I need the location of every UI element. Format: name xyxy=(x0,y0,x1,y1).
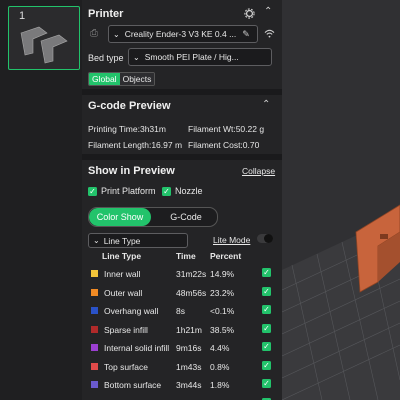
color-swatch xyxy=(91,381,98,388)
color-swatch xyxy=(91,307,98,314)
gear-icon[interactable] xyxy=(244,8,255,22)
bed-type-value: Smooth PEI Plate / Hig... xyxy=(144,52,239,62)
line-type-percent: 38.5% xyxy=(210,324,235,335)
line-type-name: Outer wall xyxy=(104,287,143,298)
printer-name: Creality Ender-3 V3 KE 0.4 ... xyxy=(124,29,237,39)
table-row[interactable]: Ironing14m18s6.8%✓ xyxy=(82,397,282,400)
color-swatch xyxy=(91,288,98,296)
line-type-percent: 14.9% xyxy=(210,269,235,279)
table-row[interactable]: Bottom surface 3m44s 1.8% ✓ xyxy=(82,378,282,395)
table-row[interactable]: Inner wall 31m22s 14.9% ✓ xyxy=(82,267,282,284)
color-swatch xyxy=(91,270,98,277)
table-row[interactable]: Top surface 1m43s 0.8% ✓ xyxy=(82,360,282,377)
line-type-percent: <0.1% xyxy=(210,306,235,316)
lite-mode-switch[interactable] xyxy=(257,234,273,243)
checkbox-checked-icon[interactable]: ✓ xyxy=(262,268,271,277)
nozzle-option[interactable]: ✓ Nozzle xyxy=(162,186,203,196)
line-type-time: 9m16s xyxy=(176,343,202,353)
chevron-down-icon: ⌄ xyxy=(133,52,140,62)
color-show-button[interactable]: Color Show xyxy=(89,208,151,226)
line-type-percent: 0.8% xyxy=(210,361,230,372)
collapse-up-icon[interactable]: ⌃ xyxy=(264,7,272,17)
printer-icon: ⎙ xyxy=(90,28,98,39)
tab-objects[interactable]: Objects xyxy=(119,73,155,85)
plate-list: 1 xyxy=(0,0,82,400)
gcode-button[interactable]: G-Code xyxy=(155,208,217,226)
checkbox-checked-icon[interactable]: ✓ xyxy=(262,323,271,333)
print-platform-label: Print Platform xyxy=(101,186,156,196)
bed-type-label: Bed type xyxy=(88,53,124,63)
chevron-down-icon: ⌄ xyxy=(93,236,100,245)
color-swatch xyxy=(91,362,98,370)
printer-title: Printer xyxy=(88,8,124,20)
color-swatch xyxy=(91,325,98,333)
header-percent: Percent xyxy=(210,251,242,261)
checkbox-checked-icon[interactable]: ✓ xyxy=(262,305,271,314)
line-type-name: Internal solid infill xyxy=(104,343,170,353)
section-divider xyxy=(82,154,282,160)
line-type-time: 1h21m xyxy=(176,324,202,335)
filament-cost: Filament Cost:0.70 xyxy=(188,140,260,150)
plate-model-preview xyxy=(20,26,68,64)
show-in-preview-title: Show in Preview xyxy=(88,165,175,177)
table-row[interactable]: Sparse infill 1h21m 38.5% ✓ xyxy=(82,323,282,340)
line-type-name: Bottom surface xyxy=(104,380,162,390)
line-type-time: 31m22s xyxy=(176,269,207,279)
build-plate-grid xyxy=(282,204,400,400)
gcode-preview-title: G-code Preview xyxy=(88,100,171,112)
header-line-type: Line Type xyxy=(102,251,142,261)
view-type-select[interactable]: ⌄ Line Type xyxy=(88,233,188,248)
wifi-icon[interactable] xyxy=(264,29,275,41)
table-row[interactable]: Outer wall 48m56s 23.2% ✓ xyxy=(82,286,282,303)
checkbox-checked-icon[interactable]: ✓ xyxy=(262,360,271,370)
printing-time: Printing Time:3h31m xyxy=(88,124,166,134)
bed-type-select[interactable]: ⌄ Smooth PEI Plate / Hig... xyxy=(128,48,272,66)
preview-mode-toggle: Color Show G-Code xyxy=(88,207,218,227)
3d-viewport[interactable] xyxy=(282,0,400,400)
line-type-time: 48m56s xyxy=(176,287,207,298)
checkbox-checked-icon[interactable]: ✓ xyxy=(262,286,271,296)
line-type-name: Inner wall xyxy=(104,269,141,279)
line-type-name: Overhang wall xyxy=(104,306,159,316)
checkbox-checked-icon[interactable]: ✓ xyxy=(262,379,271,388)
tab-global[interactable]: Global xyxy=(89,73,120,85)
chevron-down-icon: ⌄ xyxy=(113,29,120,39)
checkbox-checked-icon[interactable]: ✓ xyxy=(88,186,97,196)
color-swatch xyxy=(91,344,98,351)
line-type-time: 8s xyxy=(176,306,185,316)
line-type-percent: 1.8% xyxy=(210,380,230,390)
table-row[interactable]: Overhang wall 8s <0.1% ✓ xyxy=(82,304,282,321)
checkbox-checked-icon[interactable]: ✓ xyxy=(162,186,171,196)
printer-select[interactable]: ⌄ Creality Ender-3 V3 KE 0.4 ... ✎ xyxy=(108,25,258,43)
plate-thumbnail[interactable]: 1 xyxy=(8,6,80,70)
collapse-up-icon[interactable]: ⌃ xyxy=(262,100,270,110)
header-time: Time xyxy=(176,251,196,261)
section-divider xyxy=(82,89,282,95)
edit-icon[interactable]: ✎ xyxy=(242,29,250,40)
plate-number: 1 xyxy=(19,10,26,22)
line-type-time: 1m43s xyxy=(176,361,202,372)
collapse-link[interactable]: Collapse xyxy=(242,166,275,176)
print-platform-option[interactable]: ✓ Print Platform xyxy=(88,186,156,196)
line-type-name: Sparse infill xyxy=(104,324,148,335)
line-type-percent: 23.2% xyxy=(210,287,235,298)
scope-tabs: Global Objects xyxy=(88,72,156,86)
checkbox-checked-icon[interactable]: ✓ xyxy=(262,342,271,351)
switch-knob xyxy=(264,234,273,243)
filament-length: Filament Length:16.97 m xyxy=(88,140,183,150)
settings-panel: Printer ⌃ ⎙ ⌄ Creality Ender-3 V3 KE 0.4… xyxy=(82,0,282,400)
view-type-value: Line Type xyxy=(103,235,141,246)
line-type-name: Top surface xyxy=(104,361,148,372)
line-type-percent: 4.4% xyxy=(210,343,230,353)
line-type-time: 3m44s xyxy=(176,380,202,390)
table-row[interactable]: Internal solid infill 9m16s 4.4% ✓ xyxy=(82,341,282,358)
nozzle-label: Nozzle xyxy=(175,186,203,196)
lite-mode-label: Lite Mode xyxy=(213,235,251,245)
filament-weight: Filament Wt:50.22 g xyxy=(188,124,265,134)
